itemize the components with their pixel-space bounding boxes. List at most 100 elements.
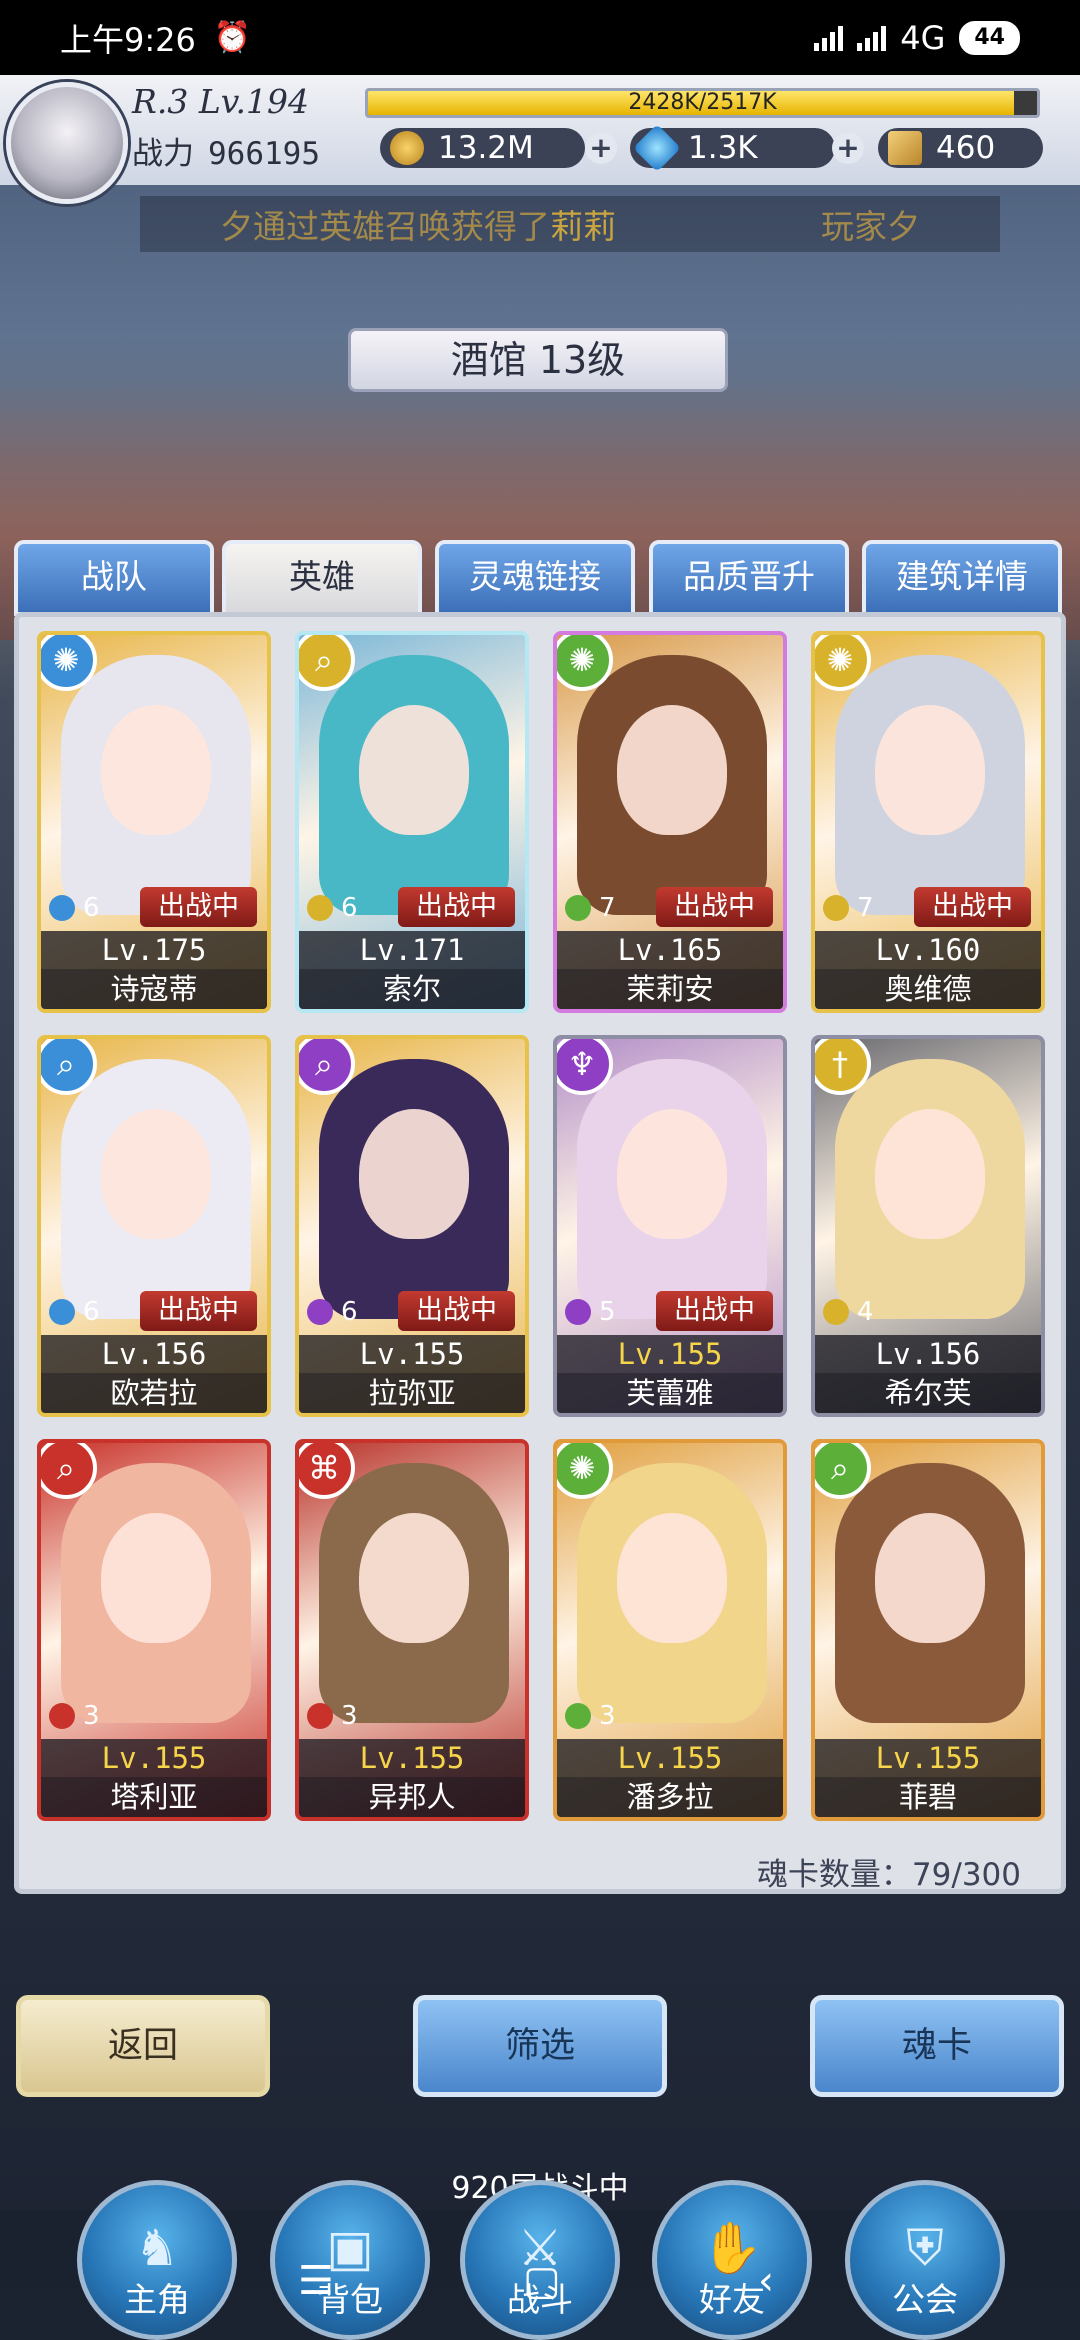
star-rank-icon: [307, 895, 333, 921]
hero-stars: 6: [307, 893, 358, 923]
hero-level: Lv.155: [557, 1739, 783, 1777]
hero-card[interactable]: ✺ 7 出战中 Lv.165 茉莉安: [553, 631, 787, 1013]
alarm-icon: ⏰: [213, 20, 252, 55]
hero-face: [875, 1109, 985, 1239]
hero-card[interactable]: ♆ 5 出战中 Lv.155 芙蕾雅: [553, 1035, 787, 1417]
star-count: 7: [599, 893, 616, 923]
add-diamond-button[interactable]: +: [832, 132, 864, 164]
rank-level: R.3 Lv.194: [132, 82, 309, 121]
hero-stars: 6: [49, 893, 100, 923]
hero-face: [101, 1109, 211, 1239]
gold-resource: 13.2M: [380, 128, 585, 168]
star-rank-icon: [823, 895, 849, 921]
star-count: 6: [83, 1297, 100, 1327]
nav-friends-label: 好友: [699, 2280, 765, 2319]
hero-name: 潘多拉: [557, 1777, 783, 1817]
star-count: 6: [341, 893, 358, 923]
ticket-resource: 460: [878, 128, 1043, 168]
system-menu-icon[interactable]: ☰: [298, 2258, 334, 2304]
star-rank-icon: [307, 1703, 333, 1729]
star-rank-icon: [565, 895, 591, 921]
star-rank-icon: [49, 1299, 75, 1325]
star-rank-icon: [49, 1703, 75, 1729]
nav-guild[interactable]: ⛨ 公会: [845, 2180, 1005, 2340]
hero-name: 异邦人: [299, 1777, 525, 1817]
back-button[interactable]: 返回: [16, 1995, 270, 2097]
in-battle-badge: 出战中: [398, 1291, 515, 1331]
gold-amount: 13.2M: [438, 130, 534, 166]
hero-stars: 3: [307, 1701, 358, 1731]
soul-card-button[interactable]: 魂卡: [810, 1995, 1064, 2097]
player-avatar[interactable]: [6, 82, 128, 204]
hero-card[interactable]: † 4 Lv.156 希尔芙: [811, 1035, 1045, 1417]
hero-card[interactable]: ⌕ 6 出战中 Lv.155 拉弥亚: [295, 1035, 529, 1417]
hero-card[interactable]: ⌕ 6 出战中 Lv.156 欧若拉: [37, 1035, 271, 1417]
ticker-hero: 莉莉: [550, 207, 616, 246]
hero-level: Lv.175: [41, 931, 267, 969]
star-count: 6: [83, 893, 100, 923]
power-label: 战力: [132, 136, 194, 172]
nav-friends[interactable]: ✋ 好友: [652, 2180, 812, 2340]
ticker-player: 玩家夕: [821, 207, 920, 246]
tab-building-details[interactable]: 建筑详情: [862, 540, 1062, 616]
star-count: 6: [341, 1297, 358, 1327]
hero-helmet-icon: ♞: [134, 2219, 180, 2277]
hero-name: 塔利亚: [41, 1777, 267, 1817]
tab-quality-upgrade[interactable]: 品质晋升: [649, 540, 849, 616]
hero-level: Lv.155: [815, 1739, 1041, 1777]
handshake-icon: ✋: [700, 2219, 764, 2277]
nav-guild-label: 公会: [892, 2280, 958, 2319]
hero-level: Lv.156: [41, 1335, 267, 1373]
diamond-icon: [632, 123, 682, 173]
hero-name: 诗寇蒂: [41, 969, 267, 1009]
in-battle-badge: 出战中: [914, 887, 1031, 927]
in-battle-badge: 出战中: [656, 887, 773, 927]
nav-hero[interactable]: ♞ 主角: [77, 2180, 237, 2340]
star-rank-icon: [307, 1299, 333, 1325]
system-home-icon[interactable]: ▢: [523, 2258, 561, 2304]
network-type: 4G: [900, 18, 946, 57]
hero-name: 茉莉安: [557, 969, 783, 1009]
tab-heroes[interactable]: 英雄: [222, 540, 422, 616]
hero-card[interactable]: ✺ 7 出战中 Lv.160 奥维德: [811, 631, 1045, 1013]
hero-card[interactable]: ⌕ 3 Lv.155 塔利亚: [37, 1439, 271, 1821]
hero-name: 希尔芙: [815, 1373, 1041, 1413]
star-count: 3: [341, 1701, 358, 1731]
tab-team[interactable]: 战队: [14, 540, 214, 616]
hero-card[interactable]: ✺ 3 Lv.155 潘多拉: [553, 1439, 787, 1821]
hero-name: 奥维德: [815, 969, 1041, 1009]
hero-name: 芙蕾雅: [557, 1373, 783, 1413]
star-count: 5: [599, 1297, 616, 1327]
hero-name: 索尔: [299, 969, 525, 1009]
hero-panel: ✺ 6 出战中 Lv.175 诗寇蒂 ⌕ 6 出战中 Lv.171 索尔 ✺ 7 出战中 Lv.165 茉莉…: [14, 612, 1066, 1894]
hero-face: [359, 705, 469, 835]
hero-level: Lv.171: [299, 931, 525, 969]
star-count: 4: [857, 1297, 874, 1327]
hero-face: [617, 1513, 727, 1643]
hero-face: [875, 1513, 985, 1643]
hero-card[interactable]: ✺ 6 出战中 Lv.175 诗寇蒂: [37, 631, 271, 1013]
star-rank-icon: [823, 1299, 849, 1325]
star-count: 7: [857, 893, 874, 923]
filter-button[interactable]: 筛选: [413, 1995, 667, 2097]
clock: 上午9:26: [60, 20, 196, 59]
add-gold-button[interactable]: +: [585, 132, 617, 164]
ticker-prefix: 夕通过英雄召唤获得了: [220, 207, 550, 246]
status-right: 4G 44: [814, 19, 1020, 57]
nav-hero-label: 主角: [124, 2280, 190, 2319]
hero-face: [617, 705, 727, 835]
hero-card[interactable]: ⌕ 6 出战中 Lv.171 索尔: [295, 631, 529, 1013]
hero-stars: 6: [307, 1297, 358, 1327]
battery-icon: 44: [959, 20, 1020, 55]
hero-face: [617, 1109, 727, 1239]
star-count: 3: [599, 1701, 616, 1731]
hero-stars: 3: [49, 1701, 100, 1731]
nav-backpack[interactable]: ▣ 背包: [270, 2180, 430, 2340]
signal-icon-2: [857, 25, 887, 51]
hero-card[interactable]: ⌕ Lv.155 菲碧: [811, 1439, 1045, 1821]
tab-soul-link[interactable]: 灵魂链接: [435, 540, 635, 616]
hero-card[interactable]: ⌘ 3 Lv.155 异邦人: [295, 1439, 529, 1821]
system-back-icon[interactable]: ‹: [758, 2258, 774, 2304]
combat-power: 战力 966195: [132, 128, 320, 173]
hero-face: [359, 1109, 469, 1239]
